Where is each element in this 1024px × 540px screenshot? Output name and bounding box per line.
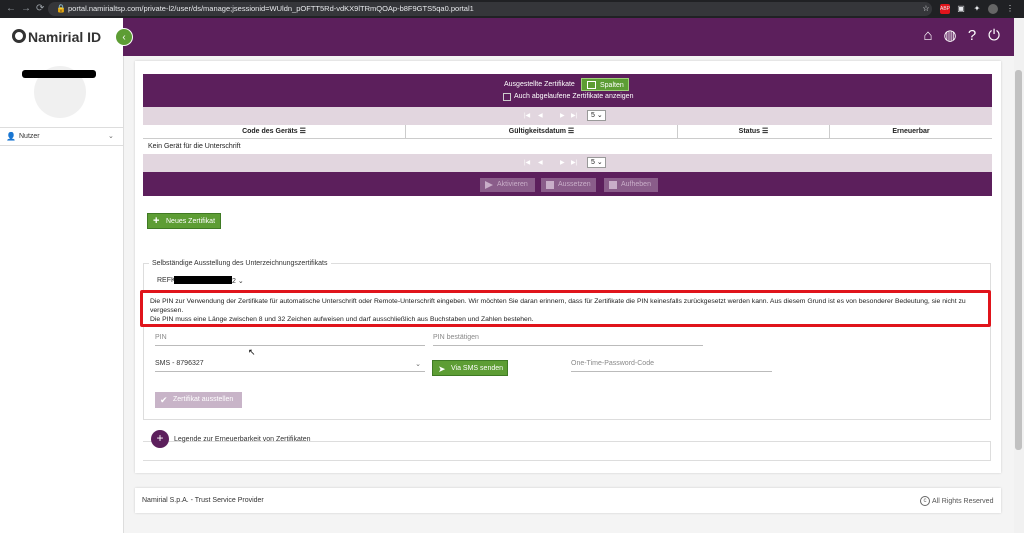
- chevron-down-icon: ⌄: [108, 133, 114, 140]
- pause-icon: [546, 181, 554, 189]
- ref-prefix: REFK: [157, 277, 176, 284]
- footer: [135, 488, 1001, 513]
- renewability-legend-label: Legende zur Erneuerbarkeit von Zertifika…: [174, 436, 311, 443]
- send-sms-button[interactable]: ➤ Via SMS senden: [432, 360, 508, 376]
- col-renewable: Erneuerbar: [892, 128, 930, 135]
- footer-company: Namirial S.p.A. - Trust Service Provider: [142, 497, 264, 504]
- redacted-user-name: [22, 70, 96, 78]
- collapse-sidebar-button[interactable]: ‹: [115, 28, 133, 46]
- user-icon: 👤: [6, 132, 16, 141]
- sidebar-item-label: Nutzer: [19, 133, 40, 140]
- suspend-button[interactable]: Aussetzen: [541, 178, 596, 192]
- back-icon[interactable]: ←: [6, 3, 16, 15]
- columns-icon: [587, 81, 596, 89]
- redacted-reference: [174, 276, 232, 284]
- sidebar-item-users[interactable]: 👤 Nutzer ⌄: [0, 128, 124, 146]
- play-icon: [485, 181, 493, 189]
- prev-page-icon[interactable]: ◀: [538, 112, 543, 119]
- columns-button[interactable]: Spalten: [581, 78, 629, 91]
- col-device-code[interactable]: Code des Geräts ☰: [143, 125, 406, 139]
- expand-legend-button[interactable]: +: [151, 430, 169, 448]
- url-text[interactable]: portal.namirialtsp.com/private-l2/user/d…: [68, 4, 474, 13]
- check-icon: ✔: [160, 395, 168, 405]
- show-expired-checkbox[interactable]: [503, 93, 511, 101]
- reload-icon[interactable]: ⟳: [36, 3, 44, 15]
- scrollbar-thumb[interactable]: [1015, 70, 1022, 450]
- logo-area: Namirial ID: [0, 18, 123, 56]
- mouse-cursor-icon: ↖: [248, 347, 256, 357]
- otp-field[interactable]: One-Time-Password-Code: [571, 360, 772, 372]
- table-header: Code des Geräts ☰ Gültigkeitsdatum ☰ Sta…: [143, 125, 992, 139]
- notice-line-1: Die PIN zur Verwendung der Zertifikate f…: [150, 298, 966, 314]
- app-header: Namirial ID ‹ ⌂ ◍ ? ⏻: [0, 18, 1014, 56]
- table-empty-row: Kein Gerät für die Unterschrift: [148, 143, 241, 150]
- address-bar[interactable]: 🔒 portal.namirialtsp.com/private-l2/user…: [48, 2, 932, 16]
- pin-field[interactable]: PIN: [155, 334, 425, 346]
- extension-icon[interactable]: ▣: [956, 4, 966, 14]
- globe-icon[interactable]: ◍: [941, 27, 959, 45]
- last-page-icon[interactable]: ▶|: [571, 159, 577, 166]
- next-page-icon[interactable]: ▶: [560, 159, 565, 166]
- issue-certificate-button[interactable]: ✔ Zertifikat ausstellen: [155, 392, 242, 408]
- section-title: Selbständige Ausstellung des Unterzeichn…: [149, 260, 331, 267]
- stop-icon: [609, 181, 617, 189]
- profile-avatar[interactable]: [988, 4, 998, 14]
- copyright-icon: c: [920, 496, 930, 506]
- activate-button[interactable]: Aktivieren: [480, 178, 535, 192]
- page-size-select[interactable]: 5 ⌄: [587, 110, 606, 121]
- pager-top: |◀ ◀ ▶ ▶| 5 ⌄: [143, 107, 992, 125]
- table-toolbar: [143, 74, 992, 107]
- renewability-legend-panel: [143, 441, 991, 461]
- pager-bottom: |◀ ◀ ▶ ▶| 5 ⌄: [143, 154, 992, 172]
- lock-icon: 🔒: [56, 4, 66, 13]
- notice-line-2: Die PIN muss eine Länge zwischen 8 und 3…: [150, 316, 534, 323]
- page-size-select[interactable]: 5 ⌄: [587, 157, 606, 168]
- ref-select[interactable]: 2 ⌄: [232, 277, 244, 285]
- table-title: Ausgestellte Zertifikate: [504, 81, 575, 88]
- first-page-icon[interactable]: |◀: [524, 112, 530, 119]
- pin-notice: Die PIN zur Verwendung der Zertifikate f…: [140, 290, 991, 327]
- send-icon: ➤: [438, 364, 446, 374]
- home-icon[interactable]: ⌂: [919, 27, 937, 45]
- browser-toolbar: ← → ⟳ 🔒 portal.namirialtsp.com/private-l…: [0, 0, 1024, 18]
- logo: Namirial ID: [28, 29, 102, 45]
- prev-page-icon[interactable]: ◀: [538, 159, 543, 166]
- pin-confirm-field[interactable]: PIN bestätigen: [433, 334, 703, 346]
- last-page-icon[interactable]: ▶|: [571, 112, 577, 119]
- plus-icon: +: [153, 215, 160, 227]
- first-page-icon[interactable]: |◀: [524, 159, 530, 166]
- footer-rights: All Rights Reserved: [932, 498, 994, 505]
- revoke-button[interactable]: Aufheben: [604, 178, 658, 192]
- menu-icon[interactable]: ⋮: [1005, 4, 1015, 14]
- puzzle-icon[interactable]: ✦: [972, 4, 982, 14]
- new-certificate-button[interactable]: + Neues Zertifikat: [147, 213, 221, 229]
- sms-phone-select[interactable]: SMS - 8796327 ⌄: [155, 360, 425, 372]
- power-icon[interactable]: ⏻: [985, 27, 1003, 45]
- help-icon[interactable]: ?: [963, 27, 981, 45]
- next-page-icon[interactable]: ▶: [560, 112, 565, 119]
- logo-icon: [12, 29, 26, 43]
- col-status[interactable]: Status ☰: [678, 125, 830, 139]
- sidebar: 👤 Nutzer ⌄: [0, 56, 124, 533]
- user-profile: [0, 56, 124, 128]
- show-expired-label: Auch abgelaufene Zertifikate anzeigen: [514, 93, 634, 100]
- forward-icon[interactable]: →: [21, 3, 31, 15]
- adblock-icon[interactable]: ABP: [940, 4, 950, 14]
- chevron-down-icon: ⌄: [415, 361, 421, 368]
- col-validity-date[interactable]: Gültigkeitsdatum ☰: [406, 125, 678, 139]
- star-icon[interactable]: ☆: [921, 4, 931, 14]
